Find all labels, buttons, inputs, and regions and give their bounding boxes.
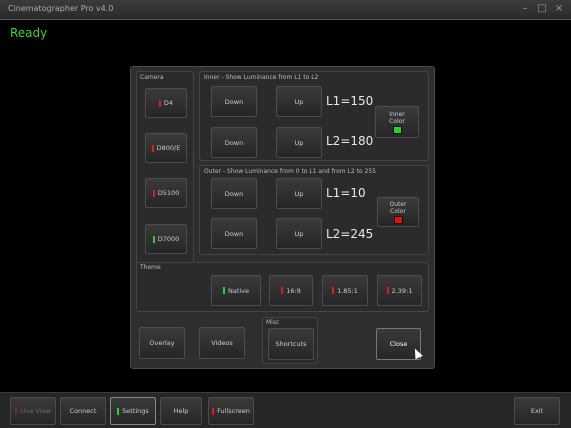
inner-group: Inner - Show Luminance from L1 to L2 Dow…	[199, 71, 429, 161]
settings-button[interactable]: Settings	[110, 397, 156, 425]
outer-l1-value: L1=10	[326, 186, 366, 200]
shortcuts-button[interactable]: Shortcuts	[268, 328, 314, 360]
inner-l1-up-button[interactable]: Up	[276, 86, 322, 117]
outer-l2-down-button[interactable]: Down	[211, 218, 257, 249]
misc-group-label: Misc	[266, 319, 280, 326]
misc-group: Misc Shortcuts	[262, 317, 318, 364]
title-bar: Cinematographer Pro v4.0 – □ ×	[0, 0, 571, 20]
theme-group-label: Theme	[140, 264, 161, 271]
led-indicator	[152, 235, 155, 243]
outer-group: Outer - Show Luminance from 0 to L1 and …	[199, 165, 429, 255]
theme-2-39-1-button[interactable]: 2.39:1	[377, 275, 422, 306]
camera-group: Camera D4 D800/E D5100 D7000	[136, 71, 194, 265]
button-label: D800/E	[156, 144, 181, 152]
overlay-button[interactable]: Overlay	[139, 327, 185, 359]
inner-color-swatch	[392, 125, 402, 134]
live-view-button[interactable]: Live View	[10, 397, 56, 425]
led-indicator	[152, 189, 155, 197]
theme-16-9-button[interactable]: 16:9	[269, 275, 313, 306]
inner-l1-down-button[interactable]: Down	[211, 86, 257, 117]
bottom-toolbar: Live View Connect Settings Help Fullscre…	[0, 392, 571, 428]
button-label: Outer Color	[389, 200, 407, 215]
connect-button[interactable]: Connect	[60, 397, 106, 425]
window-title: Cinematographer Pro v4.0	[8, 4, 114, 13]
theme-group: Theme Native 16:9 1.85:1 2.39:1	[136, 262, 429, 312]
outer-l1-down-button[interactable]: Down	[211, 178, 257, 209]
led-indicator	[386, 287, 389, 294]
camera-d5100-button[interactable]: D5100	[145, 178, 187, 208]
led-indicator	[332, 287, 335, 294]
inner-l2-down-button[interactable]: Down	[211, 127, 257, 158]
button-label: Live View	[20, 407, 51, 415]
button-label: Native	[227, 286, 250, 295]
button-label: D7000	[157, 235, 180, 243]
camera-d4-button[interactable]: D4	[145, 88, 187, 118]
inner-color-button[interactable]: Inner Color	[375, 106, 419, 138]
button-label: 16:9	[286, 286, 301, 295]
fullscreen-button[interactable]: Fullscreen	[208, 397, 254, 425]
settings-panel: Camera D4 D800/E D5100 D7000 Inner - Sho…	[130, 66, 435, 369]
led-indicator	[117, 407, 120, 415]
inner-l1-value: L1=150	[326, 94, 374, 108]
led-indicator	[151, 144, 154, 152]
inner-l2-value: L2=180	[326, 134, 374, 148]
outer-color-button[interactable]: Outer Color	[377, 197, 419, 227]
camera-d7000-button[interactable]: D7000	[145, 224, 187, 254]
button-label: Inner Color	[389, 110, 405, 125]
minimize-icon[interactable]: –	[518, 3, 532, 16]
status-text: Ready	[10, 26, 48, 40]
led-indicator	[281, 287, 284, 294]
inner-l2-up-button[interactable]: Up	[276, 127, 322, 158]
outer-l1-up-button[interactable]: Up	[276, 178, 322, 209]
exit-button[interactable]: Exit	[514, 397, 560, 425]
theme-1-85-1-button[interactable]: 1.85:1	[322, 275, 368, 306]
led-indicator	[15, 407, 18, 415]
button-label: 2.39:1	[391, 286, 413, 295]
button-label: D5100	[157, 189, 180, 197]
outer-l2-up-button[interactable]: Up	[276, 218, 322, 249]
button-label: Settings	[122, 407, 149, 415]
maximize-icon[interactable]: □	[535, 3, 549, 16]
camera-group-label: Camera	[140, 74, 164, 81]
led-indicator	[158, 99, 161, 107]
outer-l2-value: L2=245	[326, 227, 374, 241]
button-label: Fullscreen	[217, 407, 250, 415]
inner-group-label: Inner - Show Luminance from L1 to L2	[204, 74, 319, 81]
theme-native-button[interactable]: Native	[211, 275, 261, 306]
led-indicator	[212, 407, 215, 415]
help-button[interactable]: Help	[160, 397, 202, 425]
button-label: D4	[163, 99, 174, 107]
outer-color-swatch	[393, 215, 403, 224]
outer-group-label: Outer - Show Luminance from 0 to L1 and …	[204, 168, 376, 175]
videos-button[interactable]: Videos	[199, 327, 245, 359]
led-indicator	[222, 287, 225, 294]
button-label: 1.85:1	[337, 286, 358, 295]
close-icon[interactable]: ×	[552, 3, 566, 16]
camera-d800e-button[interactable]: D800/E	[145, 133, 187, 163]
